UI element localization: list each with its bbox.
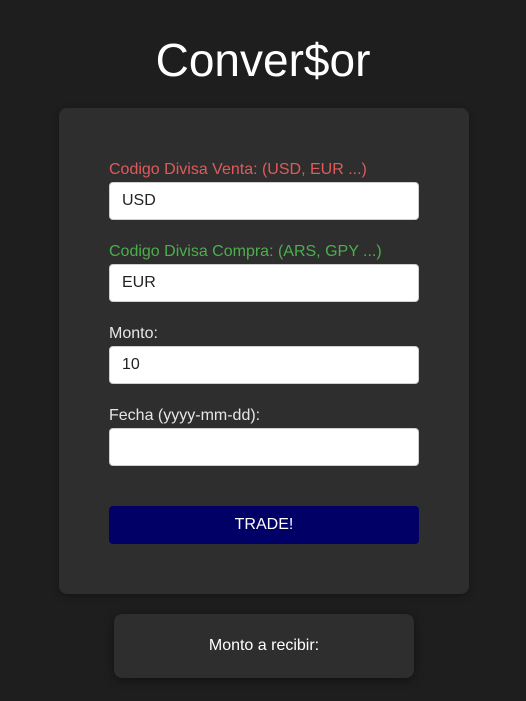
buy-currency-input[interactable] [109, 264, 419, 302]
sell-currency-label: Codigo Divisa Venta: (USD, EUR ...) [109, 161, 367, 178]
app-title: Conver$or [155, 34, 371, 86]
date-label: Fecha (yyyy-mm-dd): [109, 407, 261, 424]
sell-currency-input[interactable] [109, 182, 419, 220]
amount-input[interactable] [109, 346, 419, 384]
result-card: Monto a recibir: [114, 614, 414, 678]
result-label: Monto a recibir: [208, 637, 320, 654]
date-input[interactable] [109, 428, 419, 466]
converter-form-card: Codigo Divisa Venta: (USD, EUR ...) Codi… [59, 108, 469, 594]
amount-label: Monto: [109, 325, 158, 342]
buy-currency-label: Codigo Divisa Compra: (ARS, GPY ...) [109, 243, 382, 260]
trade-button[interactable]: TRADE! [109, 506, 419, 544]
